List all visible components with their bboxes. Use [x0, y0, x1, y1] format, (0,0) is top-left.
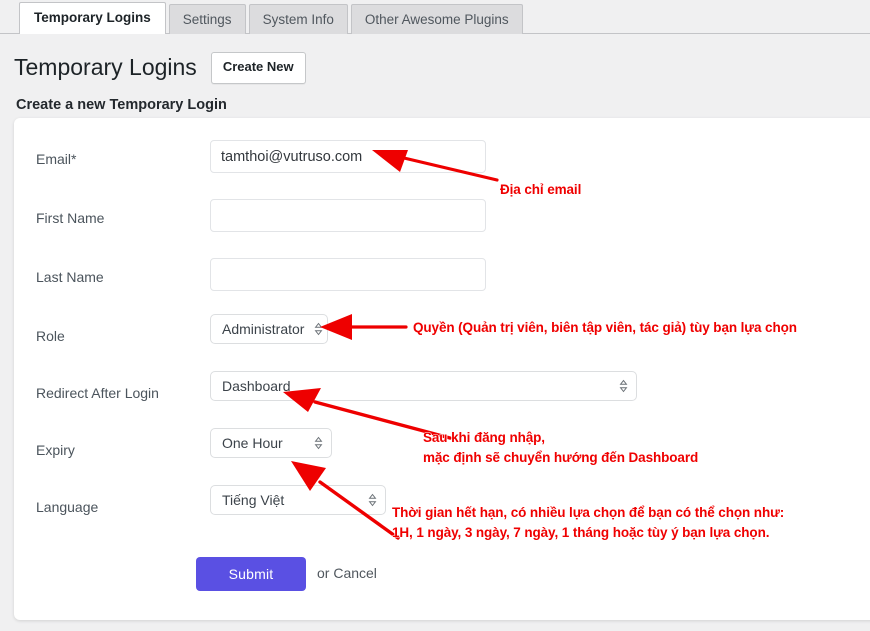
tab-label: Temporary Logins [34, 10, 151, 25]
role-select-value: Administrator [222, 321, 305, 337]
submit-button[interactable]: Submit [196, 557, 306, 591]
create-login-form-card: Email* First Name Last Name Role Adminis… [14, 118, 870, 620]
email-input[interactable] [210, 140, 486, 173]
tab-bar: Temporary Logins Settings System Info Ot… [0, 0, 870, 34]
label-expiry: Expiry [36, 442, 75, 458]
tab-other-awesome-plugins[interactable]: Other Awesome Plugins [350, 4, 523, 34]
label-email: Email* [36, 151, 77, 167]
label-redirect-after-login: Redirect After Login [36, 385, 159, 401]
chevron-updown-icon [314, 322, 323, 336]
chevron-updown-icon [314, 436, 323, 450]
chevron-updown-icon [368, 493, 377, 507]
label-last-name: Last Name [36, 269, 104, 285]
annotation-redirect: Sau khi đăng nhập, mặc định sẽ chuyển hư… [423, 430, 699, 465]
annotation-email: Địa chỉ email [500, 182, 582, 197]
form-section-heading: Create a new Temporary Login [16, 97, 227, 113]
page-title: Temporary Logins [14, 53, 197, 80]
chevron-updown-icon [619, 379, 628, 393]
annotation-expiry: Thời gian hết hạn, có nhiều lựa chọn để … [392, 505, 785, 540]
first-name-input[interactable] [210, 199, 486, 232]
label-language: Language [36, 499, 99, 515]
tab-list: Temporary Logins Settings System Info Ot… [19, 2, 523, 34]
page-header: Temporary Logins Create New [14, 52, 306, 84]
redirect-after-login-select[interactable]: Dashboard [210, 371, 637, 401]
tab-system-info[interactable]: System Info [248, 4, 348, 34]
cancel-link[interactable]: or Cancel [317, 565, 377, 581]
tab-temporary-logins[interactable]: Temporary Logins [19, 2, 166, 34]
expiry-select-value: One Hour [222, 435, 283, 451]
label-role: Role [36, 328, 65, 344]
role-select[interactable]: Administrator [210, 314, 328, 344]
tab-label: Settings [182, 12, 232, 27]
tab-label: System Info [262, 12, 334, 27]
language-select-value: Tiếng Việt [222, 492, 285, 508]
expiry-select[interactable]: One Hour [210, 428, 332, 458]
last-name-input[interactable] [210, 258, 486, 291]
create-new-button[interactable]: Create New [210, 52, 306, 84]
redirect-select-value: Dashboard [222, 378, 291, 394]
label-first-name: First Name [36, 210, 105, 226]
tab-label: Other Awesome Plugins [364, 12, 509, 27]
language-select[interactable]: Tiếng Việt [210, 485, 386, 515]
annotation-role: Quyền (Quản trị viên, biên tập viên, tác… [413, 320, 797, 335]
tab-settings[interactable]: Settings [168, 4, 246, 34]
